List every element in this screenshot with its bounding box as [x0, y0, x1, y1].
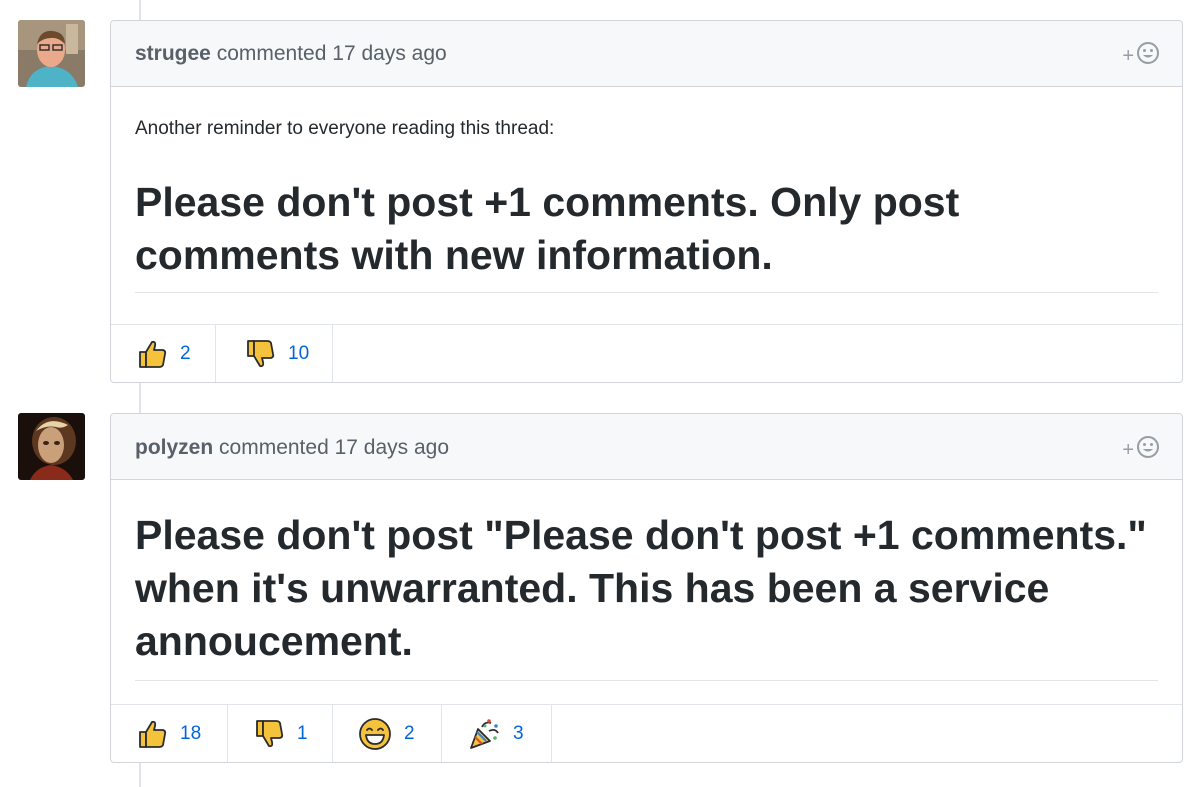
reaction-count: 3	[513, 722, 524, 744]
reaction-laugh[interactable]: 2	[333, 705, 442, 762]
reactions-bar: 18 1 2 3	[111, 704, 1182, 762]
reaction-thumbs-down[interactable]: 1	[228, 705, 333, 762]
smiley-icon	[1136, 41, 1160, 71]
avatar[interactable]	[18, 413, 85, 480]
comment-header: polyzen commented 17 days ago +	[111, 414, 1182, 480]
thumbs-down-icon	[244, 338, 276, 370]
add-reaction-button[interactable]: +	[1122, 41, 1160, 71]
timeline-connector	[139, 0, 141, 20]
reaction-count: 18	[180, 722, 202, 744]
reaction-count: 2	[404, 722, 415, 744]
reaction-hooray[interactable]: 3	[442, 705, 552, 762]
comment-body: Please don't post "Please don't post +1 …	[111, 509, 1182, 681]
comment-header: strugee commented 17 days ago +	[111, 21, 1182, 87]
comment-body: Another reminder to everyone reading thi…	[111, 117, 1182, 293]
comment: strugee commented 17 days ago + Another …	[110, 20, 1183, 383]
comment-divider	[135, 292, 1158, 293]
add-reaction-plus: +	[1122, 438, 1134, 461]
timeline-connector	[139, 383, 141, 413]
comment-timestamp[interactable]: 17 days ago	[335, 436, 449, 459]
comment-heading: Please don't post "Please don't post +1 …	[135, 512, 1147, 664]
reaction-count: 10	[288, 342, 310, 364]
comment-action: commented	[216, 42, 327, 65]
laugh-icon	[358, 717, 392, 751]
comment-divider	[135, 680, 1158, 681]
avatar[interactable]	[18, 20, 85, 87]
hooray-icon	[467, 717, 501, 751]
comment-timestamp[interactable]: 17 days ago	[332, 42, 446, 65]
comment-action: commented	[219, 436, 329, 459]
reaction-thumbs-up[interactable]: 2	[111, 325, 216, 382]
timeline-connector	[139, 763, 141, 787]
reactions-bar: 2 10	[111, 324, 1182, 382]
smiley-icon	[1136, 435, 1160, 465]
comment-heading: Please don't post +1 comments. Only post…	[135, 179, 960, 278]
comment-intro: Another reminder to everyone reading thi…	[135, 118, 555, 139]
comment-author[interactable]: polyzen	[135, 436, 213, 459]
add-reaction-plus: +	[1122, 44, 1134, 67]
thumbs-up-icon	[136, 338, 168, 370]
thumbs-down-icon	[253, 718, 285, 750]
reaction-thumbs-down[interactable]: 10	[216, 325, 333, 382]
reaction-count: 2	[180, 342, 191, 364]
thumbs-up-icon	[136, 718, 168, 750]
reaction-thumbs-up[interactable]: 18	[111, 705, 228, 762]
add-reaction-button[interactable]: +	[1122, 435, 1160, 465]
reaction-count: 1	[297, 722, 308, 744]
comment: polyzen commented 17 days ago + Please d…	[110, 413, 1183, 763]
comment-author[interactable]: strugee	[135, 42, 211, 65]
